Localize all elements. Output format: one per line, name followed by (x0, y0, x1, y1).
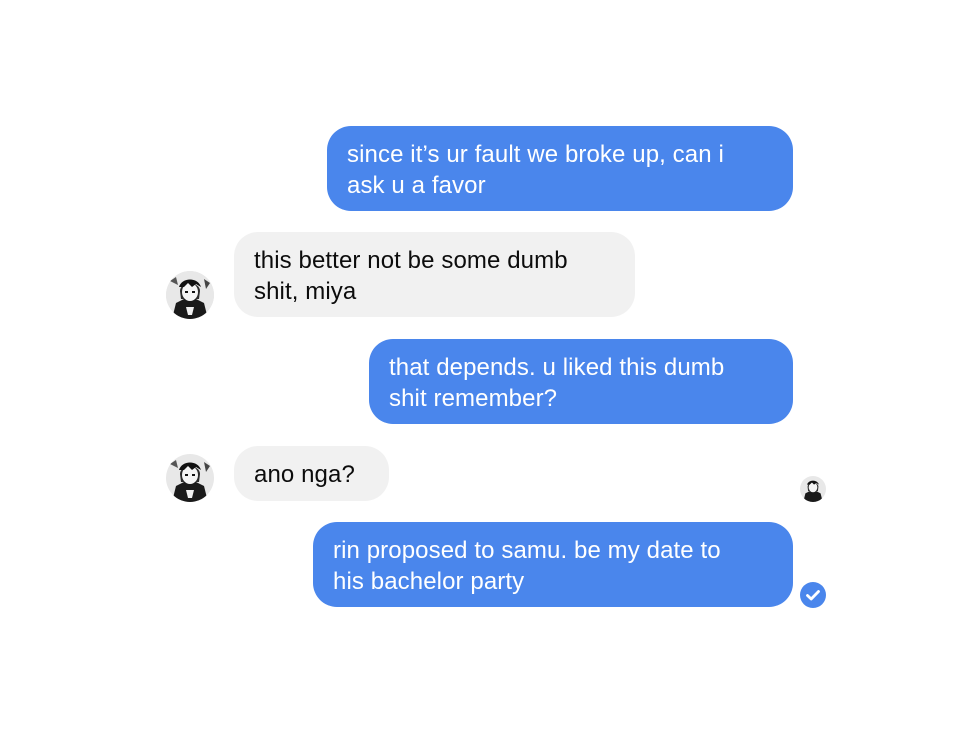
message-bubble-incoming[interactable]: ano nga? (234, 446, 389, 501)
message-bubble-incoming[interactable]: this better not be some dumb shit, miya (234, 232, 635, 317)
read-receipt-avatar-icon (800, 476, 826, 502)
contact-avatar-icon[interactable] (166, 271, 214, 319)
message-bubble-outgoing[interactable]: since it’s ur fault we broke up, can i a… (327, 126, 793, 211)
delivered-check-icon (800, 582, 826, 608)
chat-thread: { "thread": { "messages": [ { "sender": … (0, 0, 972, 729)
contact-avatar-icon[interactable] (166, 454, 214, 502)
message-bubble-outgoing[interactable]: rin proposed to samu. be my date to his … (313, 522, 793, 607)
message-bubble-outgoing[interactable]: that depends. u liked this dumb shit rem… (369, 339, 793, 424)
